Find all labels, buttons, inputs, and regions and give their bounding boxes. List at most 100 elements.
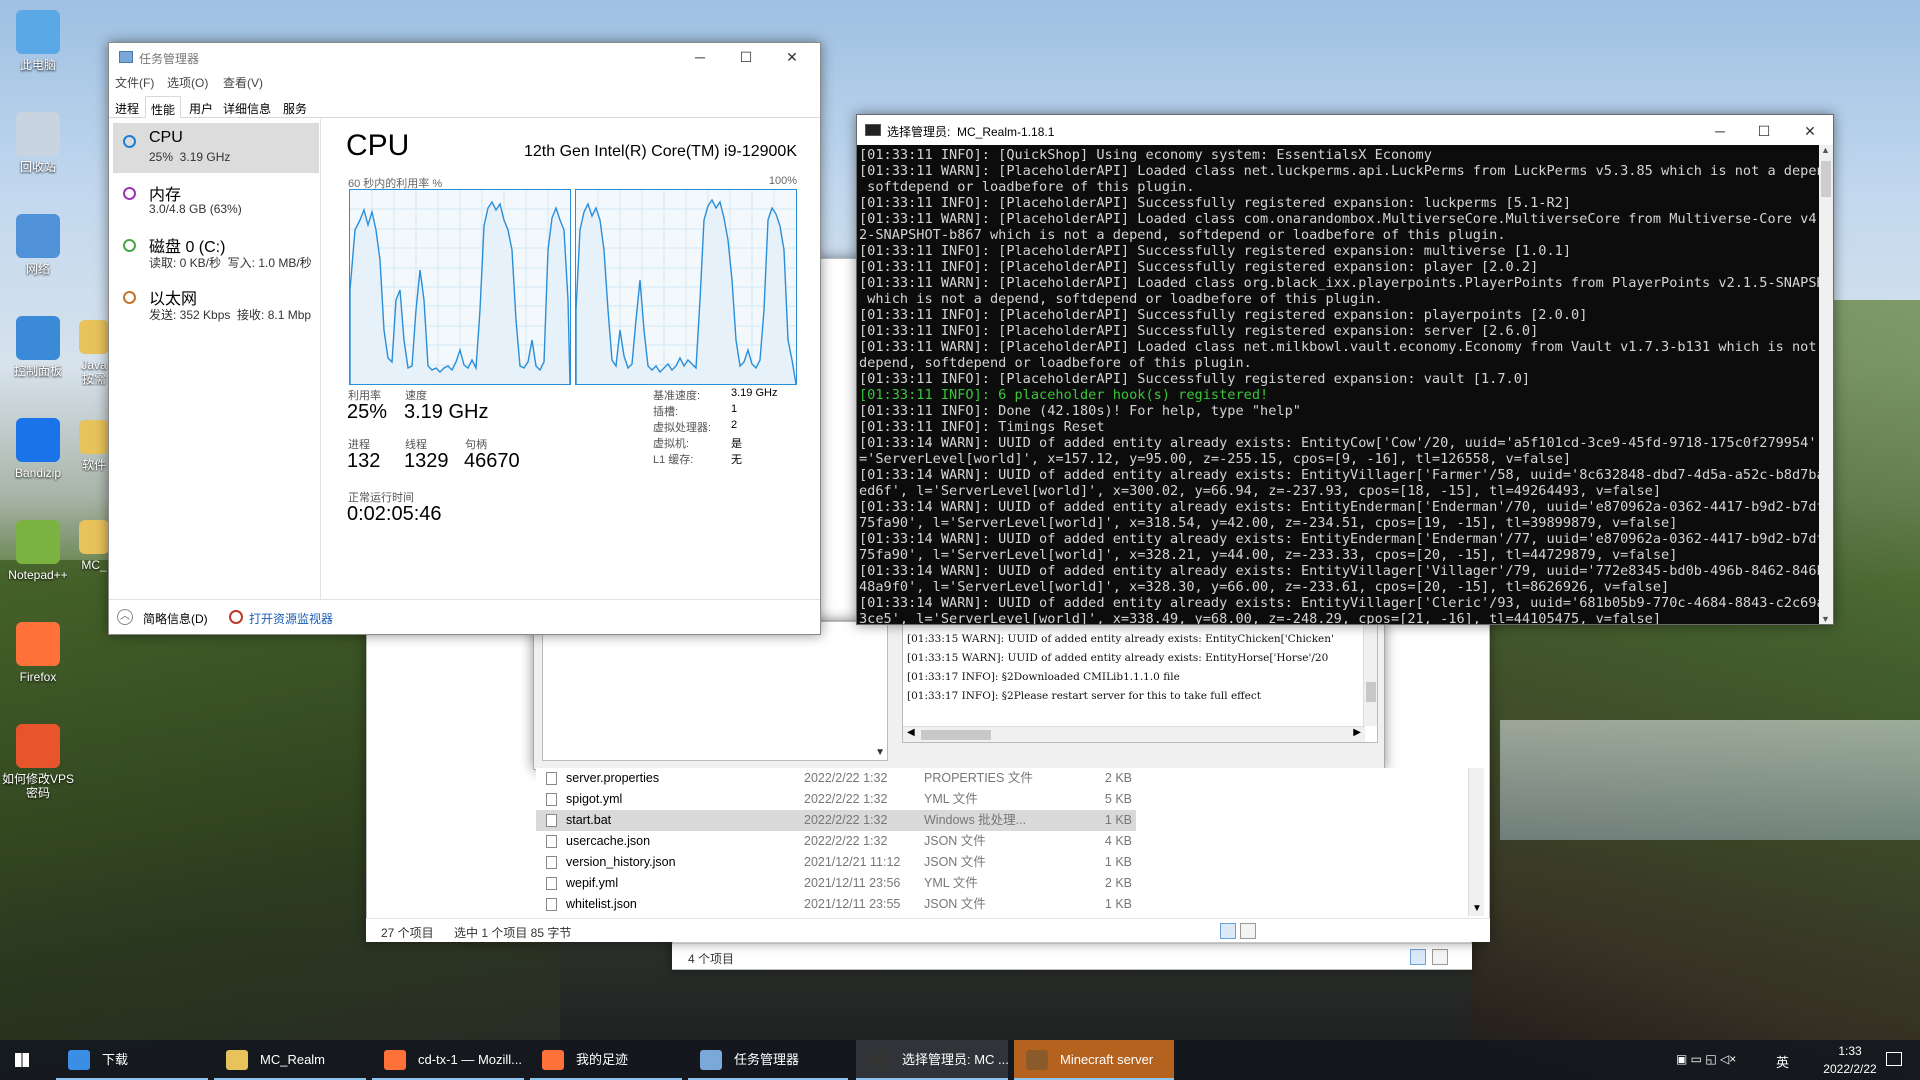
file-size: 5 KB xyxy=(1104,792,1132,806)
desktop-icon-label: 回收站 xyxy=(19,160,56,174)
file-type: JSON 文件 xyxy=(924,834,986,848)
firefox-doc-icon xyxy=(16,724,60,768)
console-line: [01:33:14 WARN]: UUID of added entity al… xyxy=(859,467,1819,483)
sidebar-item-cpu[interactable]: CPU 25% 3.19 GHz xyxy=(113,123,319,173)
console-maximize-button[interactable]: ☐ xyxy=(1741,117,1787,145)
ime-indicator[interactable]: 英 xyxy=(1776,1052,1789,1071)
desktop-icon[interactable]: Firefox xyxy=(2,622,74,684)
console-output[interactable]: [01:33:11 INFO]: [QuickShop] Using econo… xyxy=(857,145,1819,624)
minimize-button[interactable]: ─ xyxy=(677,43,723,71)
notification-icon[interactable] xyxy=(1886,1052,1902,1066)
taskbar-downloads[interactable]: 下载 xyxy=(56,1040,208,1080)
console-line: 3ce5', l='ServerLevel[world]', x=338.49,… xyxy=(859,611,1662,624)
windows-logo-icon xyxy=(15,1053,29,1067)
close-button[interactable]: ✕ xyxy=(769,43,815,71)
desktop-icon[interactable]: 回收站 xyxy=(2,112,74,174)
summary-button[interactable]: 简略信息(D) xyxy=(143,610,208,627)
view-details-icon-1[interactable] xyxy=(1220,923,1236,939)
open-resmon-link[interactable]: 打开资源监视器 xyxy=(249,610,333,627)
cpu-heading: CPU xyxy=(346,129,410,162)
taskmgr-titlebar[interactable]: 任务管理器 ─ ☐ ✕ xyxy=(109,43,820,71)
file-icon xyxy=(546,856,557,869)
view-tiles-icon-1[interactable] xyxy=(1240,923,1256,939)
console-line: [01:33:11 INFO]: [QuickShop] Using econo… xyxy=(859,147,1432,163)
console-minimize-button[interactable]: ─ xyxy=(1697,117,1743,145)
maximize-button[interactable]: ☐ xyxy=(723,43,769,71)
java-folder-icon xyxy=(79,320,109,354)
desktop-icon-label: Java 按需 xyxy=(81,358,107,386)
desktop-icon[interactable]: 如何修改VPS密码 xyxy=(2,724,74,800)
mc-log-hscroll[interactable]: ◀ ▶ xyxy=(903,726,1365,742)
taskmgr-tabs: 进程 性能 用户 详细信息 服务 xyxy=(109,96,820,118)
file-size: 4 KB xyxy=(1104,834,1132,848)
console-close-button[interactable]: ✕ xyxy=(1787,117,1833,145)
console-line: [01:33:11 INFO]: [PlaceholderAPI] Succes… xyxy=(859,307,1588,323)
tab-users[interactable]: 用户 xyxy=(189,100,213,117)
mc-scroll-down[interactable]: ▼ xyxy=(875,747,885,758)
sidebar-item-disk[interactable]: 磁盘 0 (C:) 读取: 0 KB/秒 写入: 1.0 MB/秒 xyxy=(113,227,319,277)
taskbar-mc-server[interactable]: Minecraft server xyxy=(1014,1040,1174,1080)
console-scrollbar[interactable]: ▲ ▼ xyxy=(1819,145,1833,624)
taskbar-mc-realm[interactable]: MC_Realm xyxy=(214,1040,366,1080)
console-line: [01:33:11 INFO]: [PlaceholderAPI] Succes… xyxy=(859,323,1539,339)
desktop-icon[interactable]: 网络 xyxy=(2,214,74,276)
view-tiles-icon[interactable] xyxy=(1432,949,1448,965)
mc-log-scrollbar[interactable] xyxy=(1363,622,1377,726)
file-icon xyxy=(546,835,557,848)
file-row[interactable]: start.bat 2022/2/22 1:32 Windows 批处理... 1 K… xyxy=(536,810,1136,831)
file-type: JSON 文件 xyxy=(924,855,986,869)
taskbar-firefox-2[interactable]: 我的足迹 xyxy=(530,1040,682,1080)
clock-time[interactable]: 1:33 xyxy=(1820,1044,1880,1058)
menu-options[interactable]: 选项(O) xyxy=(167,74,208,91)
taskbar-label: cd-tx-1 — Mozill... xyxy=(418,1052,523,1067)
file-list-scrollbar[interactable]: ▼ xyxy=(1468,768,1484,916)
file-row[interactable]: version_history.json 2021/12/21 11:12 JSON… xyxy=(536,852,1136,873)
desktop-icon[interactable]: 控制面板 xyxy=(2,316,74,378)
file-row[interactable]: spigot.yml 2022/2/22 1:32 YML 文件 5 KB xyxy=(536,789,1136,810)
console-line: [01:33:11 INFO]: Done (42.180s)! For hel… xyxy=(859,403,1301,419)
taskbar-app-icon xyxy=(384,1050,406,1070)
file-row[interactable]: usercache.json 2022/2/22 1:32 JSON 文件 4 KB xyxy=(536,831,1136,852)
tab-processes[interactable]: 进程 xyxy=(115,100,139,117)
console-line: ed6f', l='ServerLevel[world]', x=300.02,… xyxy=(859,483,1662,499)
console-line: [01:33:11 INFO]: 6 placeholder hook(s) r… xyxy=(859,387,1269,403)
file-size: 1 KB xyxy=(1104,897,1132,911)
mc-log-line: [01:33:17 INFO]: §2Downloaded CMILib1.1.… xyxy=(907,671,1180,683)
sidebar-item-ethernet[interactable]: 以太网 发送: 352 Kbps 接收: 8.1 Mbp xyxy=(113,279,319,329)
console-line: [01:33:14 WARN]: UUID of added entity al… xyxy=(859,595,1819,611)
file-icon xyxy=(546,793,557,806)
file-row[interactable]: whitelist.json 2021/12/11 23:55 JSON 文件 1 K… xyxy=(536,894,1136,915)
cpu-graph-1 xyxy=(575,189,797,385)
desktop-icon-label: 软件 xyxy=(81,458,106,472)
taskbar-taskmgr[interactable]: 任务管理器 xyxy=(688,1040,848,1080)
tab-details[interactable]: 详细信息 xyxy=(223,100,271,117)
desktop-icon[interactable]: Notepad++ xyxy=(2,520,74,582)
tray-icons[interactable]: ▣ ▭ ◱ ◁× xyxy=(1676,1052,1756,1068)
spec-value: 无 xyxy=(731,454,742,466)
collapse-icon[interactable]: ︿ xyxy=(117,609,133,625)
taskbar-app-icon xyxy=(1026,1050,1048,1070)
file-row[interactable]: wepif.yml 2021/12/11 23:56 YML 文件 2 KB xyxy=(536,873,1136,894)
view-details-icon[interactable] xyxy=(1410,949,1426,965)
tab-performance[interactable]: 性能 xyxy=(145,96,182,118)
control-panel-icon xyxy=(16,316,60,360)
clock-date[interactable]: 2022/2/22 xyxy=(1820,1062,1880,1076)
file-row[interactable]: server.properties 2022/2/22 1:32 PROPERTIE… xyxy=(536,768,1136,789)
console-titlebar[interactable]: 选择管理员: MC_Realm-1.18.1 ─ ☐ ✕ xyxy=(857,115,1833,145)
spec-value: 3.19 GHz xyxy=(731,387,778,399)
menu-file[interactable]: 文件(F) xyxy=(115,74,154,91)
taskbar-app-icon xyxy=(226,1050,248,1070)
taskbar-firefox-1[interactable]: cd-tx-1 — Mozill... xyxy=(372,1040,524,1080)
desktop-icon[interactable]: 此电脑 xyxy=(2,10,74,72)
sidebar-item-memory[interactable]: 内存 3.0/4.8 GB (63%) xyxy=(113,175,319,225)
menu-view[interactable]: 查看(V) xyxy=(223,74,263,91)
tab-services[interactable]: 服务 xyxy=(283,100,307,117)
desktop-icon[interactable]: Bandizip xyxy=(2,418,74,480)
taskbar-console[interactable]: 选择管理员: MC ... xyxy=(856,1040,1009,1080)
spec-key: 基准速度: xyxy=(653,390,701,402)
desktop-icon-label: 网络 xyxy=(25,262,50,276)
start-button[interactable] xyxy=(0,1040,46,1080)
desktop-icon-label: 此电脑 xyxy=(19,58,56,72)
bg-water xyxy=(1500,720,1920,840)
file-size: 2 KB xyxy=(1104,771,1132,785)
